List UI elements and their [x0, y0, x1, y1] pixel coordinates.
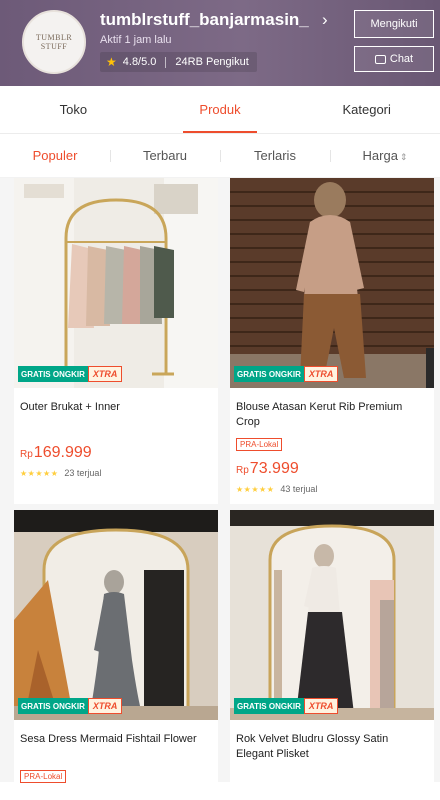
sort-harga[interactable]: Harga ⇕: [330, 148, 440, 163]
shop-logo-text: TUMBLR STUFF: [35, 33, 73, 51]
sort-terlaris[interactable]: Terlaris: [220, 148, 330, 163]
rating-stars-icon: ★★★★★: [236, 484, 275, 494]
product-title[interactable]: Sesa Dress Mermaid Fishtail Flower: [20, 732, 212, 762]
free-shipping-badge: GRATIS ONGKIR XTRA: [234, 366, 339, 382]
product-card[interactable]: GRATIS ONGKIR XTRA Rok Velvet Bludru Glo…: [230, 510, 434, 800]
product-tag: PRA-Lokal: [20, 770, 67, 783]
follow-button[interactable]: Mengikuti: [354, 10, 434, 38]
tab-kategori[interactable]: Kategori: [293, 86, 440, 133]
sort-terbaru[interactable]: Terbaru: [110, 148, 220, 163]
product-price: Rp 73.999: [236, 460, 428, 478]
product-image[interactable]: GRATIS ONGKIR XTRA: [230, 178, 434, 388]
product-title[interactable]: Outer Brukat + Inner: [20, 400, 212, 430]
shop-tabs: Toko Produk Kategori: [0, 86, 440, 134]
sort-populer[interactable]: Populer: [0, 148, 110, 163]
product-card[interactable]: GRATIS ONGKIR XTRA Sesa Dress Mermaid Fi…: [14, 510, 218, 800]
shop-rating: 4.8/5.0: [122, 56, 157, 68]
badge-xtra: XTRA: [87, 698, 123, 714]
shop-meta: ★ 4.8/5.0 24RB Pengikut: [100, 52, 257, 72]
badge-xtra: XTRA: [303, 698, 339, 714]
divider: [165, 56, 167, 68]
product-image[interactable]: GRATIS ONGKIR XTRA: [14, 178, 218, 388]
free-shipping-badge: GRATIS ONGKIR XTRA: [18, 698, 123, 714]
product-rating: ★★★★★ 43 terjual: [236, 484, 428, 494]
free-shipping-badge: GRATIS ONGKIR XTRA: [18, 366, 123, 382]
price-currency: Rp: [236, 465, 249, 476]
sort-harga-label: Harga: [362, 148, 398, 163]
chevron-right-icon[interactable]: ›: [322, 10, 328, 30]
product-title[interactable]: Blouse Atasan Kerut Rib Premium Crop: [236, 400, 428, 430]
price-value: 169.999: [33, 444, 92, 461]
shop-followers: 24RB Pengikut: [175, 56, 249, 68]
chat-button[interactable]: Chat: [354, 46, 434, 72]
price-currency: Rp: [20, 449, 33, 460]
shop-active-status: Aktif 1 jam lalu: [100, 34, 172, 46]
product-image[interactable]: GRATIS ONGKIR XTRA: [14, 510, 218, 720]
badge-xtra: XTRA: [87, 366, 123, 382]
sort-bar: Populer Terbaru Terlaris Harga ⇕: [0, 134, 440, 178]
price-value: 73.999: [249, 460, 299, 477]
chat-icon: [374, 54, 386, 64]
shop-logo[interactable]: TUMBLR STUFF: [22, 10, 86, 74]
badge-gratis-ongkir: GRATIS ONGKIR: [18, 698, 88, 714]
rating-stars-icon: ★★★★★: [20, 468, 59, 478]
tab-produk[interactable]: Produk: [147, 86, 294, 133]
badge-xtra: XTRA: [303, 366, 339, 382]
star-icon: ★: [106, 55, 117, 69]
sold-count: 43 terjual: [280, 484, 318, 494]
badge-gratis-ongkir: GRATIS ONGKIR: [234, 698, 304, 714]
product-card[interactable]: GRATIS ONGKIR XTRA Blouse Atasan Kerut R…: [230, 178, 434, 504]
badge-gratis-ongkir: GRATIS ONGKIR: [234, 366, 304, 382]
tab-toko[interactable]: Toko: [0, 86, 147, 133]
badge-gratis-ongkir: GRATIS ONGKIR: [18, 366, 88, 382]
product-title[interactable]: Rok Velvet Bludru Glossy Satin Elegant P…: [236, 732, 428, 762]
product-grid: GRATIS ONGKIR XTRA Outer Brukat + Inner …: [0, 178, 440, 800]
shop-name[interactable]: tumblrstuff_banjarmasin_: [100, 10, 309, 30]
sold-count: 23 terjual: [64, 468, 102, 478]
product-image[interactable]: GRATIS ONGKIR XTRA: [230, 510, 434, 720]
free-shipping-badge: GRATIS ONGKIR XTRA: [234, 698, 339, 714]
sort-arrows-icon: ⇕: [399, 152, 408, 162]
product-rating: ★★★★★ 23 terjual: [20, 468, 212, 478]
product-price: Rp 169.999: [20, 444, 212, 462]
product-tag: PRA-Lokal: [236, 438, 283, 451]
chat-button-label: Chat: [389, 53, 414, 65]
product-card[interactable]: GRATIS ONGKIR XTRA Outer Brukat + Inner …: [14, 178, 218, 504]
shop-header: TUMBLR STUFF tumblrstuff_banjarmasin_ › A…: [0, 0, 440, 86]
